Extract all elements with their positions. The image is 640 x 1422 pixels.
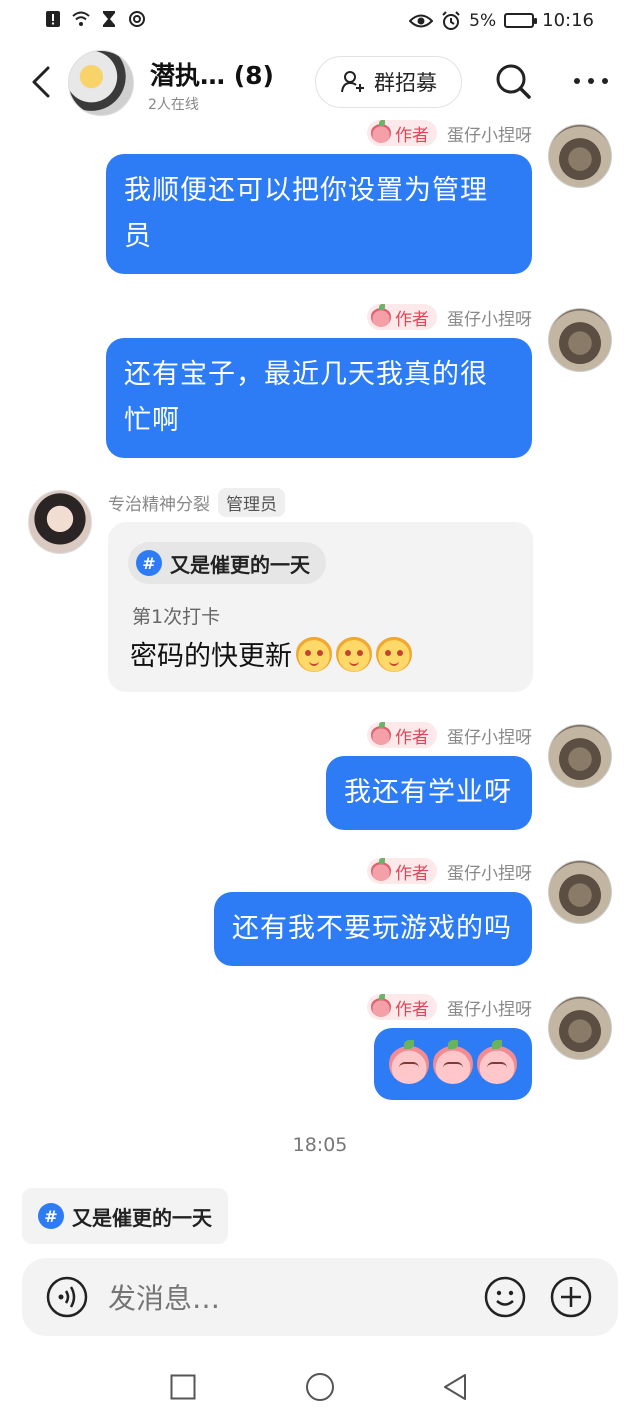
home-icon[interactable] [305,1372,335,1402]
system-nav-bar [0,1350,640,1422]
card-text: 密码的快更新 [130,634,412,673]
peach-emoji-icon [433,1040,473,1084]
status-bar: 5% 10:16 [0,0,640,42]
recruit-label: 群招募 [374,71,437,95]
alarm-icon [442,10,460,30]
sender-name: 专治精神分裂 [108,495,210,515]
author-tag: 作者 [367,304,437,330]
peach-icon [371,304,391,327]
card-message: 密码的快更新 [130,641,292,672]
sender-name: 蛋仔小捏呀 [447,999,532,1020]
message-bubble[interactable]: 我还有学业呀 [326,756,532,830]
peach-icon [371,858,391,881]
message-input[interactable] [108,1278,468,1318]
topic-label: 又是催更的一天 [170,552,310,577]
avatar[interactable] [548,308,612,372]
group-title[interactable]: 潜执… (8) [150,56,274,92]
author-tag: 作者 [367,858,437,884]
plus-icon[interactable] [550,1276,592,1318]
message-bubble[interactable]: 还有宝子，最近几天我真的很忙啊 [106,338,532,458]
clock: 10:16 [542,10,594,31]
peach-icon [371,722,391,745]
chat-area: 作者 蛋仔小捏呀 我顺便还可以把你设置为管理员 作者 蛋仔小捏呀 还有宝子，最近… [0,120,640,1250]
input-bar [22,1258,618,1336]
avatar[interactable] [548,124,612,188]
more-options-icon[interactable] [572,72,610,90]
avatar[interactable] [548,996,612,1060]
message-bubble[interactable]: 我顺便还可以把你设置为管理员 [106,154,532,274]
avatar[interactable] [28,490,92,554]
status-icons-right: 5% 10:16 [409,10,594,31]
sender-name: 蛋仔小捏呀 [447,309,532,330]
avatar[interactable] [548,860,612,924]
sender-meta: 作者 蛋仔小捏呀 [367,858,532,884]
checkin-count: 第1次打卡 [132,606,221,628]
sender-name: 蛋仔小捏呀 [447,125,532,146]
online-count: 2人在线 [148,97,199,113]
peach-icon [371,994,391,1017]
hourglass-icon [103,11,115,27]
back-arrow-icon[interactable] [26,62,56,102]
battery-icon [504,13,538,28]
pinned-topic-chip[interactable]: # 又是催更的一天 [22,1188,228,1244]
checkin-card[interactable]: # 又是催更的一天 第1次打卡 密码的快更新 [108,522,533,692]
peach-emoji-icon [389,1040,429,1084]
nfc-icon [129,11,145,27]
emoji-icon [296,635,332,672]
topic-chip[interactable]: # 又是催更的一天 [128,542,326,584]
eye-icon [409,14,434,27]
avatar[interactable] [548,724,612,788]
message-bubble[interactable]: 还有我不要玩游戏的吗 [214,892,532,966]
peach-icon [371,120,391,143]
pinned-topic-label: 又是催更的一天 [72,1205,212,1230]
emoji-icon [336,635,372,672]
status-icons-left [44,10,146,28]
wifi-icon [72,11,90,26]
hashtag-icon: # [38,1203,64,1229]
emoji-icon[interactable] [484,1276,526,1318]
recent-apps-icon[interactable] [170,1374,196,1400]
recruit-button[interactable]: 群招募 [315,56,462,108]
peach-emoji-icon [477,1040,517,1084]
sender-name: 蛋仔小捏呀 [447,727,532,748]
back-triangle-icon[interactable] [440,1372,470,1402]
add-user-icon [341,71,364,93]
battery-percent: 5% [469,10,497,31]
sender-meta: 专治精神分裂 管理员 [108,488,285,517]
author-tag: 作者 [367,722,437,748]
sender-name: 蛋仔小捏呀 [447,863,532,884]
timestamp: 18:05 [292,1134,348,1156]
hashtag-icon: # [136,550,162,576]
emoji-icon [376,635,412,672]
author-tag: 作者 [367,994,437,1020]
sticker-bubble[interactable] [374,1028,532,1100]
voice-icon[interactable] [46,1276,88,1318]
sender-meta: 作者 蛋仔小捏呀 [367,994,532,1020]
sender-meta: 作者 蛋仔小捏呀 [367,304,532,330]
sender-meta: 作者 蛋仔小捏呀 [367,120,532,146]
search-icon[interactable] [494,62,532,100]
chat-header: 潜执… (8) 2人在线 群招募 [0,42,640,120]
alert-icon [46,11,60,27]
admin-tag: 管理员 [218,488,285,517]
sender-meta: 作者 蛋仔小捏呀 [367,722,532,748]
group-avatar[interactable] [68,50,134,116]
author-tag: 作者 [367,120,437,146]
